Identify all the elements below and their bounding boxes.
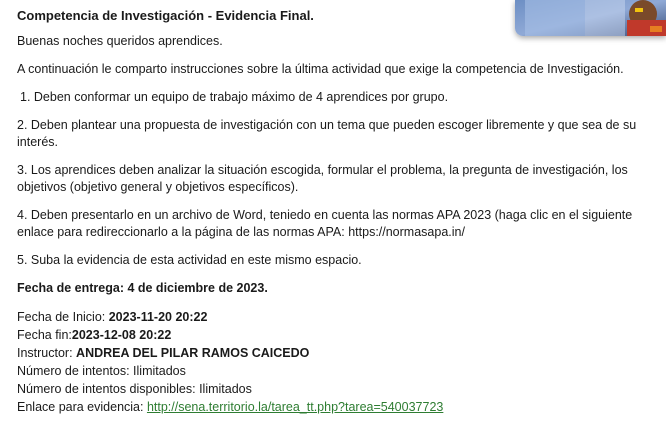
instruction-4: 4. Deben presentarlo en un archivo de Wo… (17, 208, 633, 239)
evidence-label: Enlace para evidencia: (17, 400, 147, 414)
activity-meta: Fecha de Inicio: 2023-11-20 20:22 Fecha … (17, 308, 653, 416)
due-date: Fecha de entrega: 4 de diciembre de 2023… (17, 281, 268, 295)
greeting-text: Buenas noches queridos aprendices. (17, 34, 223, 48)
start-date-row: Fecha de Inicio: 2023-11-20 20:22 (17, 308, 653, 326)
activity-title: Competencia de Investigación - Evidencia… (17, 8, 314, 23)
evidence-row: Enlace para evidencia: http://sena.terri… (17, 398, 653, 416)
instructor-name: ANDREA DEL PILAR RAMOS CAICEDO (76, 346, 310, 360)
attempts-row: Número de intentos: Ilimitados (17, 362, 653, 380)
attempts-available-row: Número de intentos disponibles: Ilimitad… (17, 380, 653, 398)
activity-description: Competencia de Investigación - Evidencia… (17, 8, 653, 416)
instruction-2: 2. Deben plantear una propuesta de inves… (17, 118, 637, 149)
start-date-label: Fecha de Inicio: (17, 310, 109, 324)
attempts-label: Número de intentos: (17, 364, 134, 378)
instructor-row: Instructor: ANDREA DEL PILAR RAMOS CAICE… (17, 344, 653, 362)
end-date-label: Fecha fin: (17, 328, 72, 342)
attempts-value: Ilimitados (133, 364, 186, 378)
evidence-link[interactable]: http://sena.territorio.la/tarea_tt.php?t… (147, 400, 443, 414)
attempts-available-label: Número de intentos disponibles: (17, 382, 200, 396)
instructor-label: Instructor: (17, 346, 77, 360)
end-date-row: Fecha fin:2023-12-08 20:22 (17, 326, 653, 344)
instruction-1: 1. Deben conformar un equipo de trabajo … (20, 90, 449, 104)
start-date-value: 2023-11-20 20:22 (108, 310, 208, 324)
intro-text: A continuación le comparto instrucciones… (17, 62, 624, 76)
instruction-3: 3. Los aprendices deben analizar la situ… (17, 163, 628, 194)
end-date-value: 2023-12-08 20:22 (71, 328, 172, 342)
attempts-available-value: Ilimitados (199, 382, 252, 396)
instruction-5: 5. Suba la evidencia de esta actividad e… (17, 253, 362, 267)
